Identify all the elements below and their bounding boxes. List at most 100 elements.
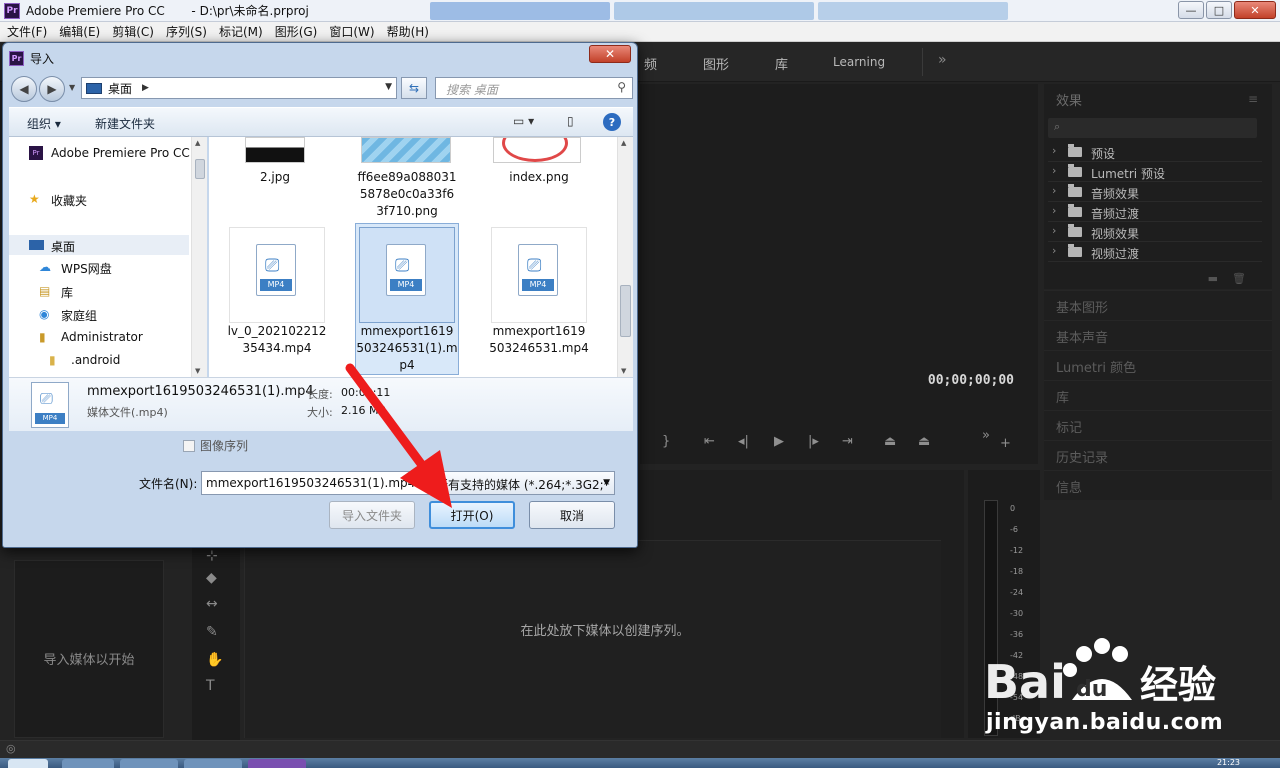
program-timecode[interactable]: 00;00;00;00	[928, 373, 1014, 388]
tree-item-android[interactable]: ▮ .android	[9, 350, 189, 370]
menu-file[interactable]: 文件(F)	[0, 23, 52, 40]
close-window-button[interactable]: ✕	[1234, 1, 1276, 19]
mark-out-icon[interactable]: }	[662, 434, 670, 449]
razor-icon[interactable]: ◆	[206, 570, 217, 586]
panel-lumetri-color[interactable]: Lumetri 颜色	[1044, 350, 1272, 380]
scroll-down-icon[interactable]: ▼	[195, 367, 200, 375]
checkbox-icon[interactable]	[183, 439, 195, 452]
preview-pane-icon[interactable]: ▯	[567, 114, 574, 128]
open-button[interactable]: 打开(O)	[429, 501, 515, 529]
effects-search-input[interactable]: ⌕	[1048, 118, 1257, 138]
video-file-tile-selected[interactable]: ⎚ MP4	[359, 227, 455, 323]
pen-icon[interactable]: ✎	[206, 624, 218, 640]
maximize-button[interactable]: □	[1206, 1, 1232, 19]
tree-item-library[interactable]: ▤ 库	[9, 281, 189, 301]
workspace-tab-learning[interactable]: Learning	[833, 55, 885, 69]
ripple-edit-icon[interactable]: ⊹	[206, 548, 218, 564]
start-button[interactable]	[8, 759, 48, 768]
effect-folder-video-effects[interactable]: › 视频效果	[1048, 222, 1262, 242]
file-thumbnail[interactable]	[493, 137, 581, 163]
scroll-up-icon[interactable]: ▲	[195, 139, 200, 147]
breadcrumb-arrow-icon[interactable]: ▶	[142, 83, 149, 93]
taskbar-app-premiere[interactable]	[248, 759, 306, 768]
slip-icon[interactable]: ↔	[206, 596, 218, 612]
scroll-thumb[interactable]	[195, 159, 205, 179]
panel-essential-sound[interactable]: 基本声音	[1044, 320, 1272, 350]
menu-edit[interactable]: 编辑(E)	[52, 23, 105, 40]
panel-markers[interactable]: 标记	[1044, 410, 1272, 440]
scroll-thumb[interactable]	[620, 285, 631, 337]
effect-folder-audio-transitions[interactable]: › 音频过渡	[1048, 202, 1262, 222]
menu-marker[interactable]: 标记(M)	[212, 23, 268, 40]
tree-item-premiere[interactable]: Pr Adobe Premiere Pro CC	[9, 143, 190, 163]
cancel-button[interactable]: 取消	[529, 501, 615, 529]
file-name-ff6ee89a-png[interactable]: ff6ee89a088031 5878e0c0a33f6 3f710.png	[347, 169, 467, 220]
taskbar-app[interactable]	[120, 759, 178, 768]
type-icon[interactable]: T	[206, 678, 215, 694]
file-thumbnail[interactable]	[361, 137, 451, 163]
panel-info[interactable]: 信息	[1044, 470, 1272, 500]
menu-clip[interactable]: 剪辑(C)	[105, 23, 159, 40]
step-back-icon[interactable]: ◂|	[738, 434, 749, 449]
help-icon[interactable]: ?	[603, 113, 621, 131]
video-file-tile[interactable]: ⎚ MP4	[229, 227, 325, 323]
scroll-down-icon[interactable]: ▼	[621, 367, 626, 375]
address-bar[interactable]: 桌面 ▶ ▼	[81, 77, 397, 99]
file-thumbnail[interactable]	[245, 137, 305, 163]
minimize-button[interactable]: —	[1178, 1, 1204, 19]
file-name-mmexport[interactable]: mmexport1619 503246531.mp4	[479, 323, 599, 357]
back-button[interactable]: ◀	[11, 76, 37, 102]
new-folder-button[interactable]: 新建文件夹	[95, 115, 155, 132]
timeline-track-area[interactable]	[245, 540, 941, 738]
organize-button[interactable]: 组织 ▾	[27, 115, 61, 132]
menu-help[interactable]: 帮助(H)	[380, 23, 434, 40]
trash-icon[interactable]: 🗑	[1232, 272, 1246, 285]
go-to-in-icon[interactable]: ⇤	[704, 434, 715, 449]
taskbar-app[interactable]	[184, 759, 242, 768]
new-bin-icon[interactable]: ▬	[1208, 272, 1218, 285]
lift-icon[interactable]: ⏏	[884, 434, 896, 449]
extract-icon[interactable]: ⏏	[918, 434, 930, 449]
effect-folder-presets[interactable]: › 预设	[1048, 142, 1262, 162]
workspace-tab-audio[interactable]: 频	[644, 54, 657, 73]
file-list-scrollbar[interactable]: ▲ ▼	[617, 137, 633, 377]
panel-history[interactable]: 历史记录	[1044, 440, 1272, 470]
workspace-tab-libraries[interactable]: 库	[775, 54, 788, 73]
file-name-index-png[interactable]: index.png	[479, 169, 599, 186]
more-icon[interactable]: »	[982, 428, 990, 443]
image-sequence-checkbox[interactable]: 图像序列	[183, 437, 248, 454]
file-name-2-jpg[interactable]: 2.jpg	[215, 169, 335, 186]
file-name-mmexport-1[interactable]: mmexport1619 503246531(1).m p4	[347, 323, 467, 374]
menu-graphics[interactable]: 图形(G)	[268, 23, 323, 40]
dialog-close-button[interactable]: ✕	[589, 45, 631, 63]
recent-pages-dropdown-icon[interactable]: ▼	[69, 83, 75, 92]
panel-libraries[interactable]: 库	[1044, 380, 1272, 410]
tree-item-favorites[interactable]: ★ 收藏夹	[9, 189, 189, 209]
video-file-tile[interactable]: ⎚ MP4	[491, 227, 587, 323]
panel-essential-graphics[interactable]: 基本图形	[1044, 290, 1272, 320]
step-forward-icon[interactable]: |▸	[808, 434, 819, 449]
file-name-lv-0[interactable]: lv_0_202102212 35434.mp4	[217, 323, 337, 357]
import-folder-button[interactable]: 导入文件夹	[329, 501, 415, 529]
effect-folder-lumetri-presets[interactable]: › Lumetri 预设	[1048, 162, 1262, 182]
taskbar-app[interactable]	[62, 759, 114, 768]
menu-sequence[interactable]: 序列(S)	[159, 23, 212, 40]
tree-item-desktop[interactable]: 桌面	[9, 235, 189, 255]
tree-item-wps-cloud[interactable]: ☁ WPS网盘	[9, 257, 189, 277]
hand-icon[interactable]: ✋	[206, 652, 223, 668]
effect-folder-video-transitions[interactable]: › 视频过渡	[1048, 242, 1262, 262]
address-dropdown-icon[interactable]: ▼	[385, 82, 392, 92]
search-input[interactable]: 搜索 桌面 ⚲	[435, 77, 633, 99]
workspace-tab-graphics[interactable]: 图形	[703, 54, 729, 73]
view-options-icon[interactable]: ▭ ▾	[513, 114, 534, 128]
forward-button[interactable]: ▶	[39, 76, 65, 102]
tree-scrollbar[interactable]: ▲ ▼	[191, 137, 207, 377]
file-type-filter-select[interactable]: 所有支持的媒体 (*.264;*.3G2;* ▼	[431, 471, 615, 495]
filename-input[interactable]: mmexport1619503246531(1).mp4	[201, 471, 429, 495]
refresh-button[interactable]: ⇆	[401, 77, 427, 99]
panel-menu-icon[interactable]: ≡	[1248, 92, 1258, 106]
play-icon[interactable]: ▶	[774, 434, 784, 449]
scroll-up-icon[interactable]: ▲	[621, 139, 626, 147]
tree-item-homegroup[interactable]: ◉ 家庭组	[9, 304, 189, 324]
add-icon[interactable]: +	[1000, 436, 1011, 451]
